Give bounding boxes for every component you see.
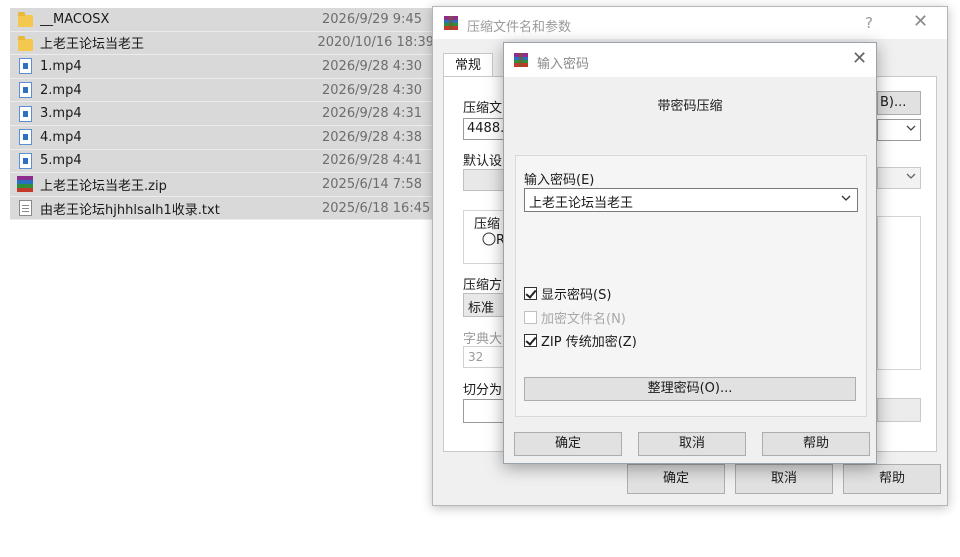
- file-row[interactable]: 2.mp4 2026/9/28 4:30: [10, 78, 434, 103]
- chevron-down-icon: [906, 171, 916, 184]
- compression-method-value: 标准: [468, 301, 495, 316]
- archive-name-label: 压缩文: [463, 101, 503, 116]
- winrar-app-icon: [513, 52, 529, 72]
- tab-general[interactable]: 常规: [443, 53, 493, 77]
- chevron-down-icon: [906, 123, 916, 136]
- file-name: 2.mp4: [40, 82, 82, 98]
- file-name: 由老王论坛hjhhlsalh1收录.txt: [40, 202, 220, 218]
- file-date: 2026/9/28 4:41: [322, 153, 422, 169]
- file-name: 3.mp4: [40, 106, 82, 122]
- browse-button[interactable]: B)...: [877, 91, 921, 115]
- update-mode-select[interactable]: [877, 119, 921, 141]
- compression-method-select[interactable]: 标准: [463, 293, 507, 317]
- archive-format-group: 压缩 R: [463, 210, 507, 264]
- folder-icon: [16, 10, 34, 28]
- set-password-button[interactable]: [877, 398, 921, 422]
- file-name: __MACOSX: [40, 11, 110, 27]
- file-row[interactable]: 5.mp4 2026/9/28 4:41: [10, 149, 434, 174]
- chevron-down-icon[interactable]: [841, 193, 851, 206]
- password-dialog-heading: 带密码压缩: [657, 99, 723, 114]
- password-dialog: 输入密码 ✕ 带密码压缩 输入密码(E) 上老王论坛当老王 显示密码(S) 加密…: [503, 42, 877, 464]
- archive-options-group: [877, 216, 921, 370]
- file-row[interactable]: 由老王论坛hjhhlsalh1收录.txt 2025/6/18 16:45: [10, 196, 434, 221]
- file-row[interactable]: 3.mp4 2026/9/28 4:31: [10, 102, 434, 126]
- split-volumes-input[interactable]: [463, 399, 507, 423]
- ok-button[interactable]: 确定: [514, 432, 622, 456]
- file-date: 2026/9/28 4:38: [322, 129, 422, 145]
- file-list: __MACOSX 2026/9/29 9:45 上老王论坛当老王 2020/10…: [10, 8, 434, 221]
- file-row[interactable]: 1.mp4 2026/9/28 4:30: [10, 55, 434, 79]
- default-settings-label: 默认设: [463, 154, 503, 169]
- cancel-button[interactable]: 取消: [638, 432, 746, 456]
- dictionary-size-label: 字典大: [463, 332, 503, 347]
- file-row[interactable]: __MACOSX 2026/9/29 9:45: [10, 8, 434, 32]
- password-label: 输入密码(E): [524, 173, 595, 188]
- file-row[interactable]: 4.mp4 2026/9/28 4:38: [10, 125, 434, 150]
- help-button[interactable]: 帮助: [762, 432, 870, 456]
- archive-dialog-titlebar: 压缩文件名和参数 ? ✕: [433, 7, 947, 39]
- file-name: 4.mp4: [40, 129, 82, 145]
- archive-format-label: 压缩: [474, 217, 501, 232]
- radio-format-rar[interactable]: R: [482, 232, 505, 248]
- video-file-icon: [16, 81, 34, 99]
- show-password-checkbox[interactable]: 显示密码(S): [524, 284, 611, 303]
- encrypt-file-names-label: 加密文件名(N): [541, 312, 626, 327]
- zip-legacy-encryption-label: ZIP 传统加密(Z): [541, 335, 637, 350]
- password-dialog-titlebar: 输入密码 ✕: [504, 43, 876, 77]
- file-name: 上老王论坛当老王.zip: [40, 178, 167, 194]
- file-name: 上老王论坛当老王: [40, 37, 145, 53]
- ok-button[interactable]: 确定: [627, 464, 725, 494]
- file-date: 2025/6/14 7:58: [322, 176, 422, 192]
- profiles-button[interactable]: [877, 167, 921, 189]
- password-dialog-title: 输入密码: [537, 57, 590, 72]
- password-value: 上老王论坛当老王: [529, 196, 634, 211]
- video-file-icon: [16, 57, 34, 75]
- file-date: 2020/10/16 18:39: [317, 35, 434, 51]
- dictionary-size-value: 32: [468, 350, 484, 364]
- archive-name-input[interactable]: 4488.z: [463, 118, 511, 140]
- rar-archive-icon: [16, 175, 34, 193]
- video-file-icon: [16, 128, 34, 146]
- organize-passwords-button[interactable]: 整理密码(O)...: [524, 377, 856, 401]
- file-date: 2026/9/28 4:31: [322, 106, 422, 122]
- file-row[interactable]: 上老王论坛当老王 2020/10/16 18:39: [10, 31, 434, 56]
- help-icon[interactable]: ?: [865, 14, 873, 32]
- close-icon[interactable]: ✕: [913, 11, 928, 32]
- file-date: 2026/9/28 4:30: [322, 82, 422, 98]
- checkbox-checked-icon[interactable]: [524, 287, 537, 300]
- compression-method-label: 压缩方: [463, 278, 503, 293]
- checkbox-unchecked-icon[interactable]: [524, 311, 537, 324]
- file-row[interactable]: 上老王论坛当老王.zip 2025/6/14 7:58: [10, 173, 434, 197]
- cancel-button[interactable]: 取消: [735, 464, 833, 494]
- show-password-label: 显示密码(S): [541, 288, 612, 303]
- zip-legacy-encryption-checkbox[interactable]: ZIP 传统加密(Z): [524, 331, 637, 350]
- encrypt-file-names-checkbox[interactable]: 加密文件名(N): [524, 308, 626, 327]
- folder-icon: [16, 34, 34, 52]
- split-volumes-label: 切分为: [463, 383, 503, 398]
- profile-select[interactable]: [463, 169, 507, 191]
- help-button[interactable]: 帮助: [843, 464, 941, 494]
- file-name: 5.mp4: [40, 153, 82, 169]
- file-date: 2025/6/18 16:45: [322, 200, 431, 216]
- checkbox-checked-icon[interactable]: [524, 334, 537, 347]
- text-file-icon: [16, 199, 34, 217]
- winrar-app-icon: [443, 15, 459, 35]
- video-file-icon: [16, 105, 34, 123]
- video-file-icon: [16, 152, 34, 170]
- file-name: 1.mp4: [40, 58, 82, 74]
- file-date: 2026/9/28 4:30: [322, 58, 422, 74]
- password-input[interactable]: 上老王论坛当老王: [524, 188, 858, 212]
- dictionary-size-select[interactable]: 32: [463, 346, 507, 368]
- file-date: 2026/9/29 9:45: [322, 11, 422, 27]
- archive-dialog-title: 压缩文件名和参数: [467, 20, 572, 35]
- close-icon[interactable]: ✕: [852, 48, 867, 69]
